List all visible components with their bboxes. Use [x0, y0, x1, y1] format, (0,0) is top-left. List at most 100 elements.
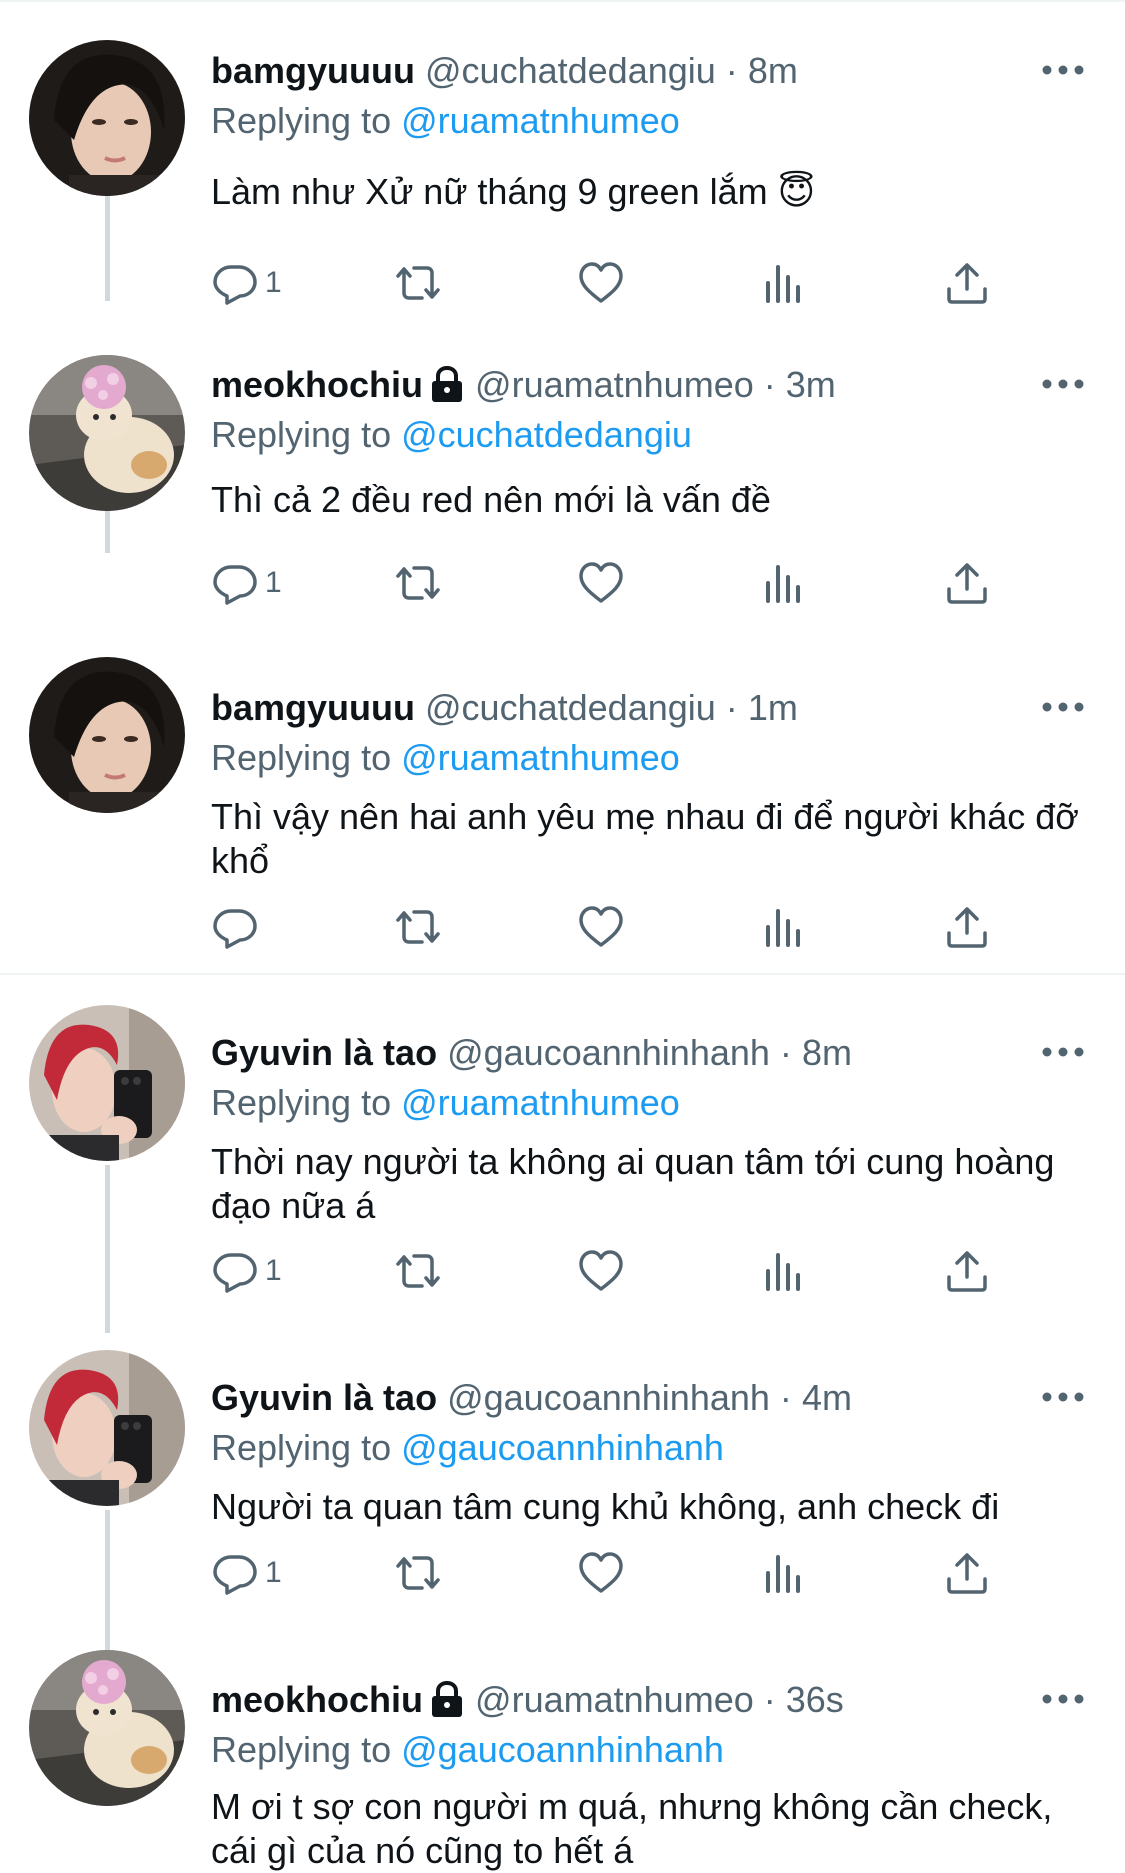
display-name[interactable]: meokhochiu — [211, 1679, 423, 1720]
retweet-button[interactable] — [394, 258, 442, 308]
reply-button[interactable]: 1 — [211, 1246, 282, 1296]
more-dots-icon[interactable] — [1041, 1693, 1085, 1705]
avatar[interactable] — [29, 40, 185, 196]
views-button[interactable] — [760, 1246, 808, 1296]
tweet-actions: 1 — [211, 1246, 1011, 1296]
reply-count: 1 — [265, 566, 282, 599]
mention-link[interactable]: @cuchatdedangiu — [401, 414, 692, 455]
separator-dot: · — [779, 1377, 792, 1418]
timestamp[interactable]: 8m — [748, 50, 798, 91]
user-handle[interactable]: @gaucoannhinhanh — [447, 1377, 770, 1418]
mention-link[interactable]: @ruamatnhumeo — [401, 100, 680, 141]
like-button[interactable] — [577, 558, 625, 608]
reply-count: 1 — [265, 1254, 282, 1287]
more-dots-icon[interactable] — [1041, 378, 1085, 390]
tweet-actions: 1 — [211, 1548, 1011, 1598]
lock-icon — [432, 1680, 463, 1717]
tweet-text: Thì vậy nên hai anh yêu mẹ nhau đi để ng… — [211, 796, 1079, 881]
share-icon — [947, 563, 987, 604]
user-handle[interactable]: @cuchatdedangiu — [425, 687, 716, 728]
separator-dot: · — [763, 364, 776, 405]
retweet-button[interactable] — [394, 902, 442, 952]
tweet-text: Thời nay người ta không ai quan tâm tới … — [211, 1141, 1055, 1226]
timestamp[interactable]: 36s — [786, 1679, 844, 1720]
display-name[interactable]: Gyuvin là tao — [211, 1032, 437, 1073]
display-name[interactable]: bamgyuuuu — [211, 50, 415, 91]
more-dots-icon[interactable] — [1041, 1046, 1085, 1058]
tweet-header: Gyuvin là tao @gaucoannhinhanh · 4m — [211, 1375, 852, 1421]
views-button[interactable] — [760, 902, 808, 952]
reply-button[interactable]: 1 — [211, 258, 282, 308]
share-button[interactable] — [943, 558, 991, 608]
avatar[interactable] — [29, 355, 185, 511]
reply-count: 1 — [265, 266, 282, 299]
retweet-button[interactable] — [394, 1548, 442, 1598]
user-handle[interactable]: @ruamatnhumeo — [475, 364, 754, 405]
separator-dot: · — [779, 1032, 792, 1073]
replying-to: Replying to @ruamatnhumeo — [211, 735, 680, 781]
views-button[interactable] — [760, 258, 808, 308]
avatar[interactable] — [29, 1005, 185, 1161]
mention-link[interactable]: @gaucoannhinhanh — [401, 1427, 724, 1468]
timestamp[interactable]: 1m — [748, 687, 798, 728]
display-name[interactable]: meokhochiu — [211, 364, 423, 405]
avatar-cat-with-pink-cap — [29, 355, 185, 511]
tweet-header: Gyuvin là tao @gaucoannhinhanh · 8m — [211, 1030, 852, 1076]
display-name[interactable]: Gyuvin là tao — [211, 1377, 437, 1418]
more-dots-icon[interactable] — [1041, 64, 1085, 76]
avatar[interactable] — [29, 657, 185, 813]
timestamp[interactable]: 4m — [802, 1377, 852, 1418]
views-button[interactable] — [760, 1548, 808, 1598]
avatar-red-haired-selfie — [29, 1005, 185, 1161]
share-button[interactable] — [943, 1246, 991, 1296]
like-button[interactable] — [577, 1548, 625, 1598]
tweet-actions — [211, 902, 1011, 952]
tweet[interactable]: Gyuvin là tao @gaucoannhinhanh · 8m Repl… — [0, 975, 1125, 1320]
timestamp[interactable]: 3m — [786, 364, 836, 405]
display-name[interactable]: bamgyuuuu — [211, 687, 415, 728]
user-handle[interactable]: @gaucoannhinhanh — [447, 1032, 770, 1073]
retweet-icon — [396, 1556, 440, 1590]
heart-icon — [579, 1250, 623, 1291]
like-button[interactable] — [577, 1246, 625, 1296]
like-button[interactable] — [577, 902, 625, 952]
retweet-icon — [396, 1254, 440, 1288]
more-dots-icon[interactable] — [1041, 1391, 1085, 1403]
reply-icon — [213, 909, 257, 949]
tweet-header: meokhochiu @ruamatnhumeo · 3m — [211, 362, 836, 408]
mention-link[interactable]: @ruamatnhumeo — [401, 737, 680, 778]
tweet[interactable]: meokhochiu @ruamatnhumeo · 3m Replying t… — [0, 340, 1125, 625]
share-button[interactable] — [943, 1548, 991, 1598]
retweet-icon — [396, 910, 440, 944]
views-button[interactable] — [760, 558, 808, 608]
more-dots-icon[interactable] — [1041, 701, 1085, 713]
avatar[interactable] — [29, 1650, 185, 1806]
heart-icon — [579, 262, 623, 303]
user-handle[interactable]: @ruamatnhumeo — [475, 1679, 754, 1720]
reply-button[interactable]: 1 — [211, 1548, 282, 1598]
heart-icon — [579, 1552, 623, 1593]
replying-to: Replying to @ruamatnhumeo — [211, 98, 680, 144]
tweet[interactable]: bamgyuuuu @cuchatdedangiu · 8m Replying … — [0, 0, 1125, 340]
timestamp[interactable]: 8m — [802, 1032, 852, 1073]
avatar[interactable] — [29, 1350, 185, 1506]
share-icon — [947, 263, 987, 304]
retweet-button[interactable] — [394, 1246, 442, 1296]
heart-icon — [579, 562, 623, 603]
tweet-actions: 1 — [211, 258, 1011, 308]
share-button[interactable] — [943, 258, 991, 308]
avatar-dark-haired-boy — [29, 40, 185, 196]
tweet[interactable]: bamgyuuuu @cuchatdedangiu · 1m Replying … — [0, 640, 1125, 973]
reply-button[interactable]: 1 — [211, 558, 282, 608]
tweet-header: bamgyuuuu @cuchatdedangiu · 1m — [211, 685, 798, 731]
share-button[interactable] — [943, 902, 991, 952]
retweet-button[interactable] — [394, 558, 442, 608]
mention-link[interactable]: @ruamatnhumeo — [401, 1082, 680, 1123]
like-button[interactable] — [577, 258, 625, 308]
tweet[interactable]: Gyuvin là tao @gaucoannhinhanh · 4m Repl… — [0, 1320, 1125, 1620]
user-handle[interactable]: @cuchatdedangiu — [425, 50, 716, 91]
replying-prefix: Replying to — [211, 100, 402, 141]
tweet[interactable]: meokhochiu @ruamatnhumeo · 36s Replying … — [0, 1620, 1125, 1871]
mention-link[interactable]: @gaucoannhinhanh — [401, 1729, 724, 1770]
reply-button[interactable] — [211, 902, 265, 952]
